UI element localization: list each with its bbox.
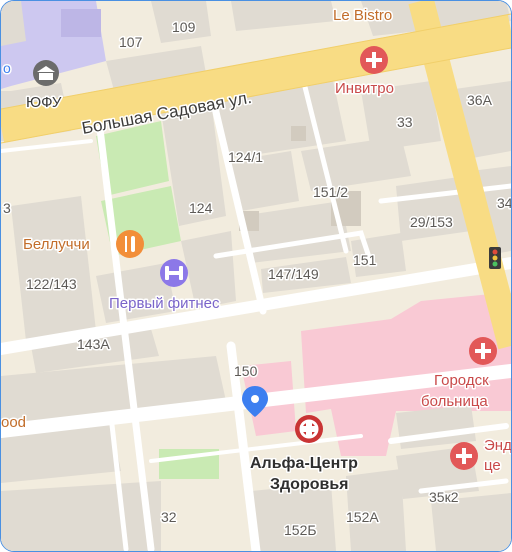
house-number: 143А [77,336,110,352]
house-number: 122/143 [26,276,77,292]
poi-label-alfa: Альфа-Центр [250,455,358,472]
campus-building [61,9,101,37]
poi-label-food[interactable]: ood [1,413,28,433]
house-number: 109 [172,19,196,35]
poi-label-end: це [484,457,501,474]
house-number: 34 [497,195,511,211]
map-view[interactable]: Большая Садовая ул. 109 107 36А 33 124/1… [0,0,512,552]
house-number: 151/2 [313,184,348,200]
house-number: 150 [234,363,258,379]
traffic-light-icon [489,247,501,269]
map-canvas[interactable]: Большая Садовая ул. 109 107 36А 33 124/1… [1,1,511,551]
poi-label-gorodskaya: Городск [434,372,489,389]
house-number: о [3,60,11,76]
house-number: 124/1 [228,149,263,165]
house-number: 107 [119,34,143,50]
poi-label-perviy-fitnes: Первый фитнес [109,295,220,312]
house-number: 32 [161,509,177,525]
poi-label-le-bistro[interactable]: Le Bistro [332,6,394,26]
house-number: 152А [346,509,379,525]
house-number: 36А [467,92,493,108]
poi-label-end: Энд [484,437,511,454]
restaurant-icon [116,230,144,258]
poi-label-invitro: Инвитро [335,80,394,97]
poi-label-belluchchi: Беллуччи [23,236,90,253]
house-number: 33 [397,114,413,130]
poi-label-alfa: Здоровья [270,476,349,493]
house-number: 152Б [284,522,317,538]
house-number: 3 [3,200,11,216]
house-number: 29/153 [410,214,453,230]
house-number: 151 [353,252,377,268]
house-number: 147/149 [268,266,319,282]
house-number: 124 [189,200,213,216]
house-number: 35к2 [429,489,459,505]
poi-label-yufu: ЮФУ [26,94,62,111]
poi-label-gorodskaya: больница [421,393,488,410]
